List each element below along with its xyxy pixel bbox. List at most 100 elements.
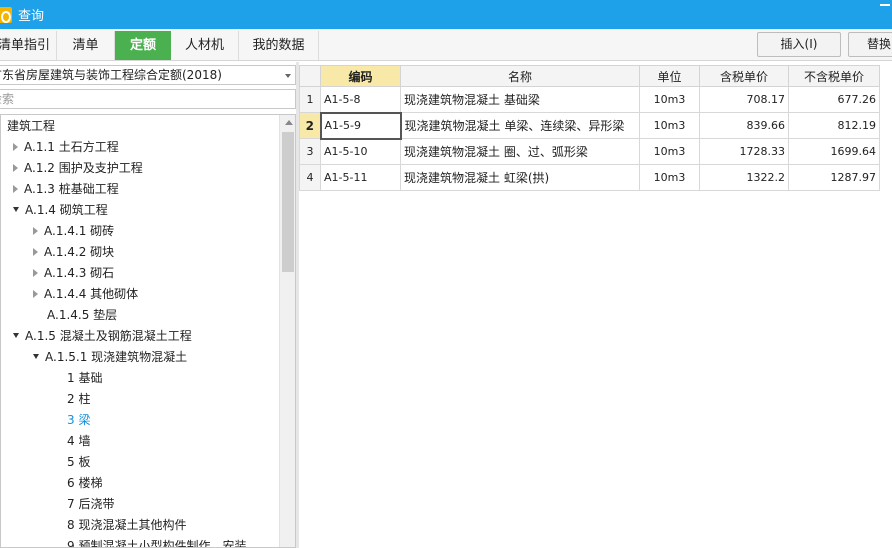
expand-icon[interactable] [33, 247, 38, 256]
tab-labor-material-machine[interactable]: 人材机 [171, 31, 239, 60]
tree-item-selected[interactable]: 3 梁 [67, 410, 90, 430]
table-row[interactable]: 4 A1-5-11 现浇建筑物混凝土 虹梁(拱) 10m3 1322.2 128… [299, 164, 880, 191]
tab-quota[interactable]: 定额 [115, 31, 171, 60]
tree-item-label: A.1.5.1 现浇建筑物混凝土 [45, 350, 188, 364]
tree-item-label: 1 基础 [67, 371, 103, 385]
tree-item[interactable]: 9 预制混凝土小型构件制作、安装、… [67, 536, 270, 547]
tree-item[interactable]: A.1.1 土石方工程 [13, 137, 119, 157]
chevron-down-icon[interactable] [285, 74, 291, 78]
tree-item[interactable]: 2 柱 [67, 389, 90, 409]
row-number[interactable]: 3 [299, 138, 321, 165]
column-header-name[interactable]: 名称 [400, 65, 640, 87]
insert-button[interactable]: 插入(I) [757, 32, 841, 57]
tree-item[interactable]: 6 楼梯 [67, 473, 102, 493]
expand-icon[interactable] [13, 184, 18, 193]
column-header-price-tax[interactable]: 含税单价 [699, 65, 789, 87]
cell-unit[interactable]: 10m3 [639, 164, 700, 191]
app-icon [0, 6, 12, 23]
tree-item[interactable]: 8 现浇混凝土其他构件 [67, 515, 186, 535]
tree-item[interactable]: 5 板 [67, 452, 90, 472]
tree-item-label: A.1.4.1 砌砖 [44, 224, 115, 238]
tab-bill-guide[interactable]: 清单指引 [0, 31, 57, 60]
cell-price-tax[interactable]: 839.66 [699, 112, 789, 139]
tree-item-label: 4 墙 [67, 434, 91, 448]
row-number[interactable]: 1 [299, 86, 321, 113]
tree-item[interactable]: A.1.4.5 垫层 [47, 305, 117, 325]
cell-price-tax[interactable]: 708.17 [699, 86, 789, 113]
column-header-code[interactable]: 编码 [320, 65, 401, 87]
cell-unit[interactable]: 10m3 [639, 112, 700, 139]
expand-icon[interactable] [13, 142, 18, 151]
cell-unit[interactable]: 10m3 [639, 86, 700, 113]
tree-item-root[interactable]: 建筑工程 [7, 116, 55, 136]
tree-item[interactable]: A.1.2 围护及支护工程 [13, 158, 143, 178]
search-input[interactable]: 检索 [0, 89, 296, 109]
quota-table: 编码 名称 单位 含税单价 不含税单价 1 A1-5-8 现浇建筑物混凝土 基础… [299, 65, 880, 191]
tree-item[interactable]: A.1.5.1 现浇建筑物混凝土 [33, 347, 187, 367]
row-number[interactable]: 4 [299, 164, 321, 191]
tree-item-label: A.1.4.4 其他砌体 [44, 287, 139, 301]
cell-price-tax[interactable]: 1728.33 [699, 138, 789, 165]
cell-unit[interactable]: 10m3 [639, 138, 700, 165]
collapse-icon[interactable] [13, 207, 19, 212]
tree-item-label: A.1.4 砌筑工程 [25, 203, 108, 217]
cell-name[interactable]: 现浇建筑物混凝土 单梁、连续梁、异形梁 [400, 112, 640, 139]
table-row[interactable]: 3 A1-5-10 现浇建筑物混凝土 圈、过、弧形梁 10m3 1728.33 … [299, 138, 880, 165]
tree-item[interactable]: 4 墙 [67, 431, 90, 451]
expand-icon[interactable] [33, 268, 38, 277]
tree-item-label: 5 板 [67, 455, 91, 469]
expand-icon[interactable] [33, 289, 38, 298]
cell-code[interactable]: A1-5-8 [320, 86, 401, 113]
quota-grid: 编码 名称 单位 含税单价 不含税单价 1 A1-5-8 现浇建筑物混凝土 基础… [299, 65, 892, 548]
cell-name[interactable]: 现浇建筑物混凝土 基础梁 [400, 86, 640, 113]
quota-standard-value: 广东省房屋建筑与装饰工程综合定额(2018) [0, 68, 222, 82]
tree-item[interactable]: A.1.4.1 砌砖 [33, 221, 114, 241]
tree-item[interactable]: A.1.4.4 其他砌体 [33, 284, 138, 304]
tree-item-label: A.1.4.5 垫层 [47, 308, 118, 322]
tree-item[interactable]: A.1.4.2 砌块 [33, 242, 114, 262]
tree-item-label: 7 后浇带 [67, 497, 115, 511]
window-title: 查询 [18, 9, 45, 24]
tree-item[interactable]: 7 后浇带 [67, 494, 114, 514]
collapse-icon[interactable] [33, 354, 39, 359]
collapse-icon[interactable] [13, 333, 19, 338]
cell-code[interactable]: A1-5-11 [320, 164, 401, 191]
quota-tree: 建筑工程 A.1.1 土石方工程 A.1.2 围护及支护工程 A.1.3 桩基础… [0, 114, 296, 548]
tree-item[interactable]: A.1.4 砌筑工程 [13, 200, 108, 220]
cell-price-notax[interactable]: 812.19 [788, 112, 880, 139]
cell-code-focused[interactable]: A1-5-9 [319, 111, 402, 140]
scroll-up-icon[interactable] [285, 120, 293, 125]
cell-price-notax[interactable]: 1287.97 [788, 164, 880, 191]
tree-item[interactable]: A.1.3 桩基础工程 [13, 179, 119, 199]
column-header-unit[interactable]: 单位 [639, 65, 700, 87]
quota-standard-select[interactable]: 广东省房屋建筑与装饰工程综合定额(2018) [0, 65, 296, 85]
expand-icon[interactable] [33, 226, 38, 235]
cell-code[interactable]: A1-5-10 [320, 138, 401, 165]
tree-scrollbar[interactable] [279, 115, 295, 547]
tree-item-label: A.1.4.3 砌石 [44, 266, 115, 280]
row-number[interactable]: 2 [299, 112, 321, 139]
cell-name[interactable]: 现浇建筑物混凝土 虹梁(拱) [400, 164, 640, 191]
expand-icon[interactable] [13, 163, 18, 172]
tree-item[interactable]: A.1.4.3 砌石 [33, 263, 114, 283]
cell-price-notax[interactable]: 677.26 [788, 86, 880, 113]
tree-item-label: 6 楼梯 [67, 476, 103, 490]
minimize-icon[interactable] [880, 4, 890, 6]
scrollbar-thumb[interactable] [282, 132, 294, 272]
column-header-price-notax[interactable]: 不含税单价 [788, 65, 880, 87]
tree-item-label: A.1.2 围护及支护工程 [24, 161, 143, 175]
tree-item-label: 8 现浇混凝土其他构件 [67, 518, 187, 532]
cell-price-tax[interactable]: 1322.2 [699, 164, 789, 191]
tree-item-label: 建筑工程 [7, 119, 56, 133]
table-row-current[interactable]: 2 A1-5-9 现浇建筑物混凝土 单梁、连续梁、异形梁 10m3 839.66… [299, 111, 880, 140]
cell-price-notax[interactable]: 1699.64 [788, 138, 880, 165]
tab-bill[interactable]: 清单 [57, 31, 115, 60]
replace-button[interactable]: 替换 [848, 32, 892, 57]
column-header-index [299, 65, 321, 87]
tree-item[interactable]: A.1.5 混凝土及钢筋混凝土工程 [13, 326, 192, 346]
tree-item-label: 2 柱 [67, 392, 91, 406]
tree-item[interactable]: 1 基础 [67, 368, 102, 388]
tab-my-data[interactable]: 我的数据 [239, 31, 319, 60]
table-row[interactable]: 1 A1-5-8 现浇建筑物混凝土 基础梁 10m3 708.17 677.26 [299, 86, 880, 113]
cell-name[interactable]: 现浇建筑物混凝土 圈、过、弧形梁 [400, 138, 640, 165]
